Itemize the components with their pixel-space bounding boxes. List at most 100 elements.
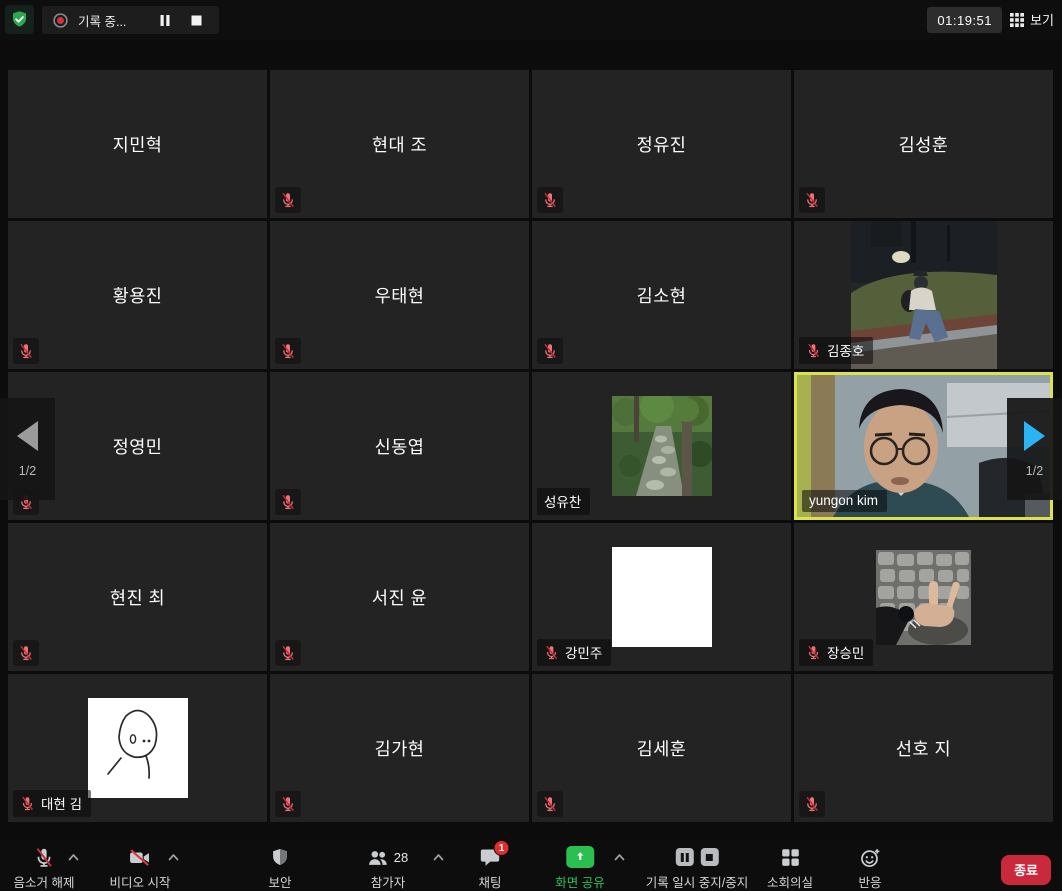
muted-mic-icon [20, 796, 35, 811]
page-indicator: 1/2 [1026, 464, 1043, 478]
meeting-info-shield-button[interactable] [5, 5, 34, 34]
arrow-left-icon [17, 421, 38, 451]
participant-name: 김종호 [827, 340, 864, 360]
gallery-next-button[interactable]: 1/2 [1007, 398, 1062, 500]
participants-button[interactable]: 28 참가자 [368, 846, 408, 891]
zoom-meeting-window: 기록 중... 01:19:51 보기 지민혁 현대 조 [0, 0, 1062, 891]
participant-tile[interactable]: 장승민 [794, 523, 1053, 671]
share-options-chevron[interactable] [614, 853, 625, 861]
view-button-label: 보기 [1030, 10, 1054, 29]
doodle-drawing [88, 698, 188, 798]
recording-indicator: 기록 중... [42, 6, 219, 34]
name-label: 장승민 [799, 639, 873, 666]
participant-tile[interactable]: 김가현 [270, 674, 529, 822]
muted-mic-icon [537, 187, 563, 213]
security-label: 보안 [268, 872, 291, 891]
video-options-chevron[interactable] [168, 853, 179, 861]
participants-count: 28 [394, 850, 408, 865]
participant-name: 서진 윤 [270, 523, 529, 671]
participant-name: 김세훈 [532, 674, 791, 822]
unmute-button[interactable]: 음소거 해제 [14, 846, 75, 891]
participant-tile[interactable]: 김성훈 [794, 70, 1053, 218]
recording-status-text: 기록 중... [78, 11, 126, 30]
participant-tile[interactable]: 강민주 [532, 523, 791, 671]
muted-mic-icon [275, 791, 301, 817]
share-screen-label: 화면 공유 [555, 872, 604, 891]
muted-mic-icon [799, 187, 825, 213]
muted-mic-icon [799, 791, 825, 817]
recording-pause-stop-button[interactable]: 기록 일시 중지/중지 [646, 846, 748, 891]
unmute-label: 음소거 해제 [14, 872, 75, 891]
muted-mic-icon [275, 489, 301, 515]
participant-tile[interactable]: 김종호 [794, 221, 1053, 369]
participant-name: 현대 조 [270, 70, 529, 218]
participant-tile[interactable]: 정유진 [532, 70, 791, 218]
gallery-prev-button[interactable]: 1/2 [0, 398, 55, 500]
muted-mic-icon [537, 791, 563, 817]
chat-button[interactable]: 1 채팅 [478, 846, 501, 891]
participant-tile[interactable]: 현대 조 [270, 70, 529, 218]
security-shield-icon [270, 847, 289, 868]
meeting-timer: 01:19:51 [927, 7, 1002, 33]
security-button[interactable]: 보안 [268, 846, 291, 891]
participant-name: 황용진 [8, 221, 267, 369]
participant-tile[interactable]: 성유찬 [532, 372, 791, 520]
recording-control-label: 기록 일시 중지/중지 [646, 872, 748, 891]
participant-name: yungon kim [809, 493, 878, 508]
participant-tile[interactable]: 우태현 [270, 221, 529, 369]
muted-mic-icon [275, 338, 301, 364]
participant-name: 김성훈 [794, 70, 1053, 218]
reactions-button[interactable]: 반응 [858, 846, 881, 891]
participant-tile[interactable]: 김세훈 [532, 674, 791, 822]
name-label: 대현 김 [13, 790, 91, 817]
breakout-rooms-label: 소회의실 [767, 872, 813, 891]
unmute-options-chevron[interactable] [68, 853, 79, 861]
participant-name: 강민주 [565, 642, 602, 662]
participant-name: 김소현 [532, 221, 791, 369]
chat-unread-badge: 1 [493, 840, 509, 856]
name-label: 성유찬 [537, 488, 590, 515]
participant-tile[interactable]: 선호 지 [794, 674, 1053, 822]
participant-tile[interactable]: 김소현 [532, 221, 791, 369]
pause-recording-icon[interactable] [675, 848, 693, 866]
recording-stop-button[interactable] [185, 10, 207, 30]
shield-check-icon [10, 10, 29, 29]
white-square-avatar [612, 547, 712, 647]
muted-mic-icon [537, 338, 563, 364]
end-meeting-button[interactable]: 종료 [1001, 855, 1051, 885]
start-video-button[interactable]: 비디오 시작 [110, 846, 171, 891]
view-button[interactable]: 보기 [1010, 10, 1054, 29]
start-video-label: 비디오 시작 [110, 872, 171, 891]
stop-recording-icon[interactable] [700, 848, 718, 866]
meeting-toolbar: 음소거 해제 비디오 시작 보안 28 참가자 1 채팅 [0, 840, 1062, 891]
muted-mic-icon [13, 338, 39, 364]
chat-label: 채팅 [478, 872, 501, 891]
muted-mic-icon [275, 640, 301, 666]
reactions-smiley-icon [860, 848, 880, 867]
forest-path-photo [612, 396, 712, 496]
camera-off-icon [129, 847, 151, 868]
share-screen-button[interactable]: 화면 공유 [555, 846, 604, 891]
hand-photo [876, 550, 971, 645]
participants-options-chevron[interactable] [433, 853, 444, 861]
participant-name: 성유찬 [544, 491, 581, 511]
muted-mic-icon [806, 645, 821, 660]
recording-dot-icon [52, 12, 69, 29]
participant-tile[interactable]: 서진 윤 [270, 523, 529, 671]
recording-pause-button[interactable] [154, 10, 176, 30]
participant-tile[interactable]: 황용진 [8, 221, 267, 369]
gallery-view: 지민혁 현대 조 정유진 김성훈 황용진 우태현 김소현 [8, 70, 1053, 822]
participant-tile[interactable]: 대현 김 [8, 674, 267, 822]
breakout-rooms-icon [780, 848, 799, 867]
name-label: 김종호 [799, 337, 873, 364]
top-bar: 기록 중... 01:19:51 보기 [0, 0, 1062, 40]
participant-tile[interactable]: 현진 최 [8, 523, 267, 671]
pause-icon [159, 14, 171, 27]
participant-tile[interactable]: 지민혁 [8, 70, 267, 218]
breakout-rooms-button[interactable]: 소회의실 [767, 846, 813, 891]
participants-label: 참가자 [371, 872, 406, 891]
reactions-label: 반응 [858, 872, 881, 891]
arrow-right-icon [1024, 421, 1045, 451]
participant-name: 정유진 [532, 70, 791, 218]
participant-tile[interactable]: 신동엽 [270, 372, 529, 520]
